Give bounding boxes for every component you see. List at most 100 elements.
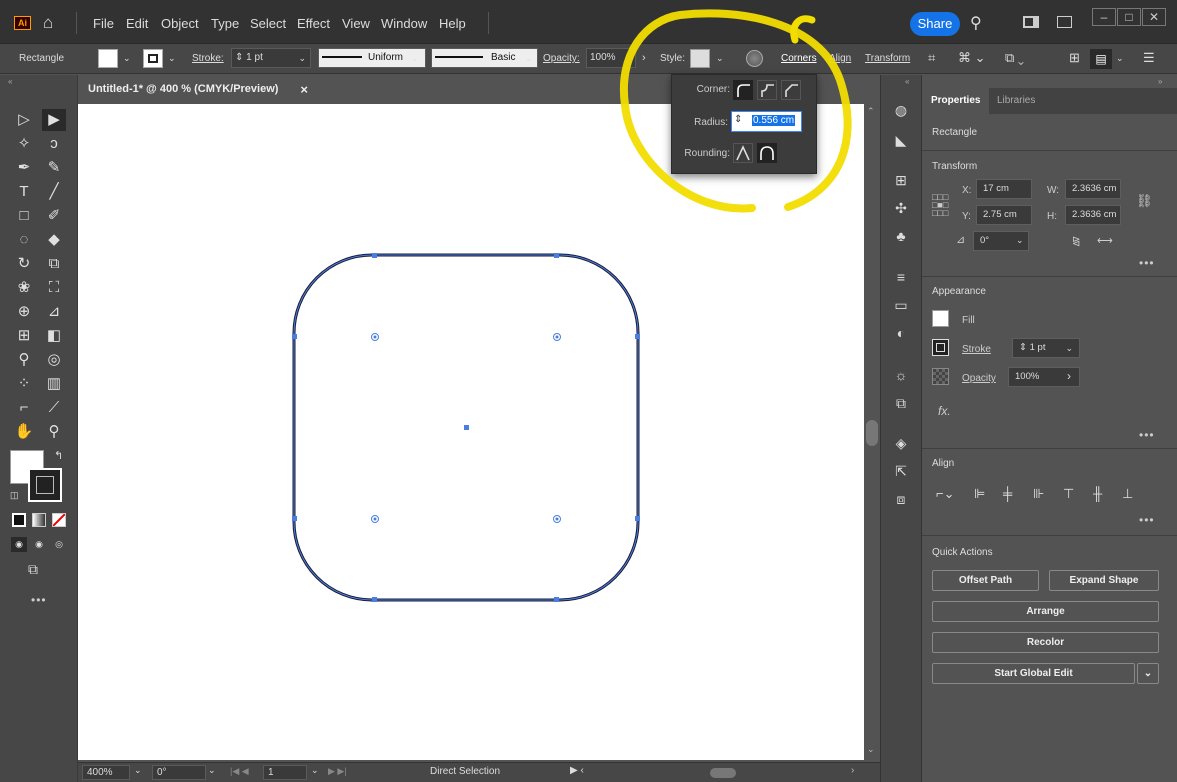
artboard-number-field[interactable]: 1 bbox=[263, 765, 307, 780]
opacity-label[interactable]: Opacity: bbox=[543, 53, 580, 64]
stroke-panel-icon[interactable]: ≡ bbox=[890, 266, 912, 288]
minimize-button[interactable]: – bbox=[1092, 8, 1116, 26]
default-fill-stroke-icon[interactable]: ◫ bbox=[10, 490, 19, 501]
rotate-tool-icon[interactable]: ↻ bbox=[12, 253, 36, 275]
menu-effect[interactable]: Effect bbox=[297, 16, 330, 31]
direct-selection-tool-icon[interactable]: ▶ bbox=[42, 109, 66, 131]
swatches-icon[interactable]: ⊞ bbox=[890, 169, 912, 191]
global-edit-options-button[interactable]: ⌄ bbox=[1137, 663, 1159, 684]
more-options-icon[interactable]: ••• bbox=[1139, 513, 1155, 527]
stroke-color-box[interactable] bbox=[28, 468, 62, 502]
relative-rounding-icon[interactable] bbox=[733, 143, 753, 163]
stroke-swatch[interactable] bbox=[932, 339, 949, 356]
absolute-rounding-icon[interactable] bbox=[757, 143, 777, 163]
shaper-tool-icon[interactable]: ◌ bbox=[12, 229, 36, 251]
align-horizontal-center-icon[interactable]: ╪ bbox=[1003, 486, 1012, 501]
graphic-styles-icon[interactable]: ⧉ bbox=[890, 392, 912, 414]
menu-window[interactable]: Window bbox=[381, 16, 427, 31]
chevron-down-icon[interactable]: ⌄ bbox=[1065, 339, 1073, 357]
lasso-tool-icon[interactable]: ↄ bbox=[42, 133, 66, 155]
edit-toolbar-icon[interactable]: ••• bbox=[31, 593, 47, 607]
eraser-tool-icon[interactable]: ◆ bbox=[42, 229, 66, 251]
inverted-round-corner-icon[interactable] bbox=[757, 80, 777, 100]
chevron-right-icon[interactable]: › bbox=[1067, 369, 1071, 383]
scale-tool-icon[interactable]: ⧉ bbox=[42, 253, 66, 275]
rectangle-tool-icon[interactable]: □ bbox=[12, 205, 36, 227]
scroll-up-icon[interactable]: ⌃ bbox=[867, 106, 875, 117]
isolate-icon[interactable]: ⌘ ⌄ bbox=[958, 50, 986, 66]
perspective-grid-tool-icon[interactable]: ⊿ bbox=[42, 301, 66, 323]
color-panel-icon[interactable]: ◣ bbox=[890, 129, 912, 151]
scroll-down-icon[interactable]: ⌄ bbox=[867, 744, 875, 755]
scroll-thumb[interactable] bbox=[866, 420, 878, 446]
last-artboard-icon[interactable]: ▶ ▶| bbox=[328, 766, 347, 777]
share-button[interactable]: Share bbox=[910, 12, 960, 36]
slice-tool-icon[interactable]: ⟋ bbox=[42, 397, 66, 419]
artboard-tool-icon[interactable]: ⌐ bbox=[12, 397, 36, 419]
align-label[interactable]: Align bbox=[829, 53, 851, 64]
draw-behind-icon[interactable]: ◉ bbox=[31, 537, 47, 552]
width-field[interactable]: 2.3636 cm bbox=[1065, 179, 1121, 199]
stepper-icon[interactable]: ⇕ bbox=[235, 52, 243, 63]
fx-icon[interactable]: fx. bbox=[938, 404, 951, 418]
constrain-proportions-icon[interactable]: ⛓ bbox=[1136, 193, 1153, 209]
zoom-tool-icon[interactable]: ⚲ bbox=[42, 421, 66, 443]
corners-label[interactable]: Corners bbox=[781, 53, 817, 64]
first-artboard-icon[interactable]: |◀ ◀ bbox=[230, 766, 249, 777]
align-left-icon[interactable]: ⊫ bbox=[974, 486, 985, 502]
close-window-button[interactable]: ✕ bbox=[1142, 8, 1166, 26]
chevron-down-icon[interactable]: ⌄ bbox=[311, 765, 319, 776]
align-to-icon[interactable]: ⌐⌄ bbox=[936, 486, 954, 502]
collapse-arrows-icon[interactable]: « bbox=[8, 77, 12, 86]
layers-icon[interactable]: ◈ bbox=[890, 432, 912, 454]
chamfer-corner-icon[interactable] bbox=[781, 80, 801, 100]
transform-each-icon[interactable]: ⧉ ⌄ bbox=[1005, 50, 1024, 66]
eyedropper-tool-icon[interactable]: ⚲ bbox=[12, 349, 36, 371]
graphic-style-swatch[interactable] bbox=[690, 49, 710, 68]
brush-definition[interactable]: Basic bbox=[431, 48, 538, 68]
appearance-panel-icon[interactable]: ☼ bbox=[890, 364, 912, 386]
warp-tool-icon[interactable]: ❀ bbox=[12, 277, 36, 299]
status-menu-icon[interactable]: ▶ ‹ bbox=[570, 765, 584, 776]
horizontal-scroll-thumb[interactable] bbox=[710, 768, 736, 778]
variable-width-profile[interactable]: Uniform bbox=[318, 48, 426, 68]
menu-object[interactable]: Object bbox=[161, 16, 199, 31]
rotation-field[interactable]: 0° bbox=[152, 765, 206, 780]
pen-tool-icon[interactable]: ✒ bbox=[12, 157, 36, 179]
free-transform-tool-icon[interactable]: ⛶ bbox=[42, 277, 66, 299]
y-field[interactable]: 2.75 cm bbox=[976, 205, 1032, 225]
swap-fill-stroke-icon[interactable]: ↰ bbox=[54, 449, 63, 462]
artboards-icon[interactable]: ⧈ bbox=[890, 488, 912, 510]
transform-label[interactable]: Transform bbox=[865, 53, 910, 64]
color-guide-icon[interactable]: ◍ bbox=[890, 99, 912, 121]
tab-libraries[interactable]: Libraries bbox=[988, 88, 1044, 114]
gradient-tool-icon[interactable]: ◧ bbox=[42, 325, 66, 347]
chevron-down-icon[interactable]: ⌄ bbox=[525, 53, 533, 64]
expand-arrows-icon[interactable]: » bbox=[1158, 77, 1162, 86]
mesh-tool-icon[interactable]: ⊞ bbox=[12, 325, 36, 347]
stepper-icon[interactable]: ⇕ bbox=[1019, 342, 1027, 353]
chevron-down-icon[interactable]: ⌄ bbox=[1116, 53, 1124, 64]
column-graph-tool-icon[interactable]: ▥ bbox=[42, 373, 66, 395]
restore-button[interactable]: □ bbox=[1117, 8, 1141, 26]
menu-type[interactable]: Type bbox=[211, 16, 239, 31]
stroke-label[interactable]: Stroke bbox=[962, 344, 991, 355]
blend-tool-icon[interactable]: ◎ bbox=[42, 349, 66, 371]
menu-help[interactable]: Help bbox=[439, 16, 466, 31]
chevron-down-icon[interactable]: ⌄ bbox=[716, 53, 724, 64]
search-icon[interactable]: ⚲ bbox=[970, 13, 982, 33]
stroke-weight-field[interactable]: ⇕ 1 pt ⌄ bbox=[1012, 338, 1080, 358]
align-right-icon[interactable]: ⊪ bbox=[1033, 486, 1044, 502]
fill-swatch[interactable] bbox=[98, 49, 118, 68]
stepper-icon[interactable]: ⇕ bbox=[734, 114, 742, 125]
align-top-icon[interactable]: ⊤ bbox=[1063, 486, 1074, 502]
opacity-label[interactable]: Opacity bbox=[962, 373, 996, 384]
collapse-arrows-icon[interactable]: « bbox=[905, 77, 909, 86]
stroke-swatch[interactable] bbox=[143, 49, 163, 68]
fill-swatch[interactable] bbox=[932, 310, 949, 327]
start-global-edit-button[interactable]: Start Global Edit bbox=[932, 663, 1135, 684]
arrange-button[interactable]: Arrange bbox=[932, 601, 1159, 622]
opacity-field[interactable]: 100% bbox=[586, 48, 636, 68]
hand-tool-icon[interactable]: ✋ bbox=[12, 421, 36, 443]
workspace-icon[interactable] bbox=[1057, 16, 1072, 28]
